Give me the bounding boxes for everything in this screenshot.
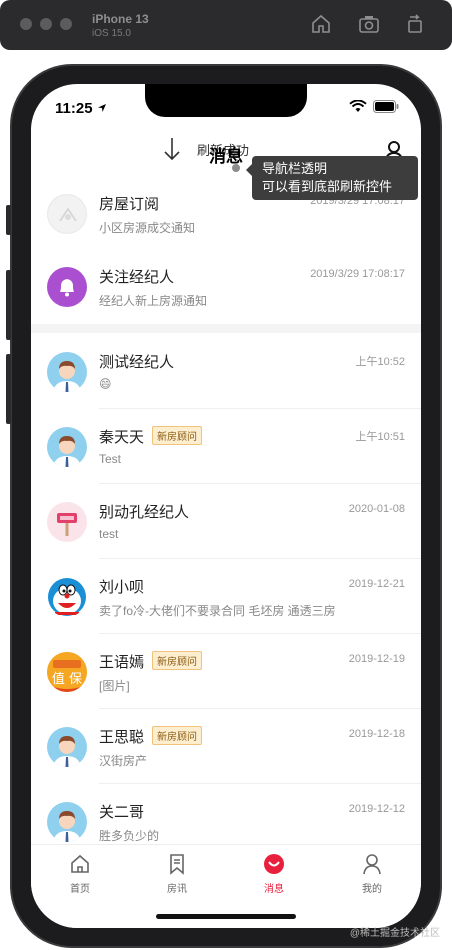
item-preview: 经纪人新上房源通知 [99,294,208,308]
tab-label: 消息 [264,884,284,895]
list-item-followed-agents[interactable]: 关注经纪人 2019/3/29 17:08:17 经纪人新上房源通知 [31,249,421,324]
rotate-icon[interactable] [404,13,426,35]
zoom-window-button[interactable] [60,18,72,30]
battery-icon [373,100,399,113]
chat-name: 关二哥 [99,804,145,821]
chat-row[interactable]: 别动孔经纪人 2020-01-08 test [31,484,421,559]
doraemon-avatar [47,577,87,617]
screenshot-icon[interactable] [358,13,380,35]
phone-screen: 11:25 刷新成功 消息 导航栏透明 可以看到底部刷新控件 房屋订阅 2019… [31,84,421,928]
window-controls [20,18,72,30]
chat-preview: 😄 [99,377,112,391]
wifi-icon [349,100,367,112]
minimize-window-button[interactable] [40,18,52,30]
tab-label: 首页 [70,884,90,895]
agent-avatar [47,352,87,392]
page-title: 消息 [209,147,243,166]
tab-news[interactable]: 房讯 [147,853,207,895]
tab-messages[interactable]: 消息 [244,853,304,895]
bell-icon [47,267,87,307]
simulator-toolbar: iPhone 13 iOS 15.0 [0,0,452,50]
section-divider [31,324,421,333]
chat-preview: test [99,527,119,541]
chat-time: 2019-12-18 [348,728,405,740]
volume-down-button [6,354,11,424]
person-icon [363,854,381,875]
chat-name: 王语嫣 新房顾问 [99,651,203,672]
item-title: 房屋订阅 [99,196,160,213]
status-time: 11:25 [55,100,107,117]
home-button-icon[interactable] [310,13,332,35]
chat-time: 上午10:51 [355,431,405,443]
bookmark-icon [170,854,184,875]
chat-name: 秦天天 新房顾问 [99,426,203,447]
chat-name: 别动孔经纪人 [99,504,190,521]
home-icon [71,854,89,873]
tab-label: 房讯 [167,884,187,895]
svg-text:值 保: 值 保 [52,671,82,687]
agent-avatar [47,427,87,467]
chat-preview: 汉街房产 [99,754,148,768]
item-preview: 小区房源成交通知 [99,221,196,235]
status-indicators [349,100,399,113]
chat-row[interactable]: 测试经纪人 上午10:52 😄 [31,334,421,409]
pull-refresh-arrow-icon [164,138,180,161]
simulator-os-version: iOS 15.0 [92,28,131,39]
simulator-device-name: iPhone 13 [92,12,149,26]
chat-preview: [图片] [99,679,130,693]
chat-time: 2019-12-21 [348,578,405,590]
item-time: 2019/3/29 17:08:17 [310,268,405,280]
new-home-advisor-badge: 新房顾问 [152,426,203,445]
info-tooltip: 导航栏透明 可以看到底部刷新控件 [246,156,418,200]
chat-time: 2020-01-08 [348,503,405,515]
new-home-advisor-badge: 新房顾问 [152,726,203,745]
orange-avatar: 值 保 [47,652,87,692]
tab-label: 我的 [362,884,382,895]
tooltip-line-1: 导航栏透明 [262,161,328,176]
mute-switch [6,205,11,235]
home-indicator[interactable] [156,914,296,919]
chat-preview: 卖了fo冷-大佬们不要录合同 毛坯房 通透三房 [99,604,336,618]
chat-preview: 胜多负少的 [99,829,160,843]
volume-up-button [6,270,11,340]
refresh-indicator-dot [232,164,240,172]
chat-name: 王思聪 新房顾问 [99,726,203,747]
agent-avatar [47,727,87,767]
pink-sign-avatar [47,502,87,542]
location-arrow-icon [97,104,106,112]
chat-row[interactable]: 王思聪 新房顾问 2019-12-18 汉街房产 [31,709,421,784]
chat-time: 2019-12-12 [348,803,405,815]
agent-avatar [47,802,87,842]
chat-preview: Test [99,452,122,466]
tab-me[interactable]: 我的 [342,853,402,895]
chat-row[interactable]: 刘小呗 2019-12-21 卖了fo冷-大佬们不要录合同 毛坯房 通透三房 [31,559,421,634]
chat-name: 刘小呗 [99,579,145,596]
new-home-advisor-badge: 新房顾问 [152,651,203,670]
chat-time: 上午10:52 [355,356,405,368]
chat-row[interactable]: 秦天天 新房顾问 上午10:51 Test [31,409,421,484]
chat-row[interactable]: 值 保 王语嫣 新房顾问 2019-12-19 [图片] [31,634,421,709]
watermark: @稀土掘金技术社区 [349,928,440,939]
message-icon [264,854,284,874]
notch [145,84,307,117]
house-subscription-icon [47,194,87,234]
item-title: 关注经纪人 [99,269,175,286]
tab-home[interactable]: 首页 [50,853,110,895]
chat-name: 测试经纪人 [99,354,175,371]
tooltip-line-2: 可以看到底部刷新控件 [262,179,393,194]
chat-time: 2019-12-19 [348,653,405,665]
close-window-button[interactable] [20,18,32,30]
